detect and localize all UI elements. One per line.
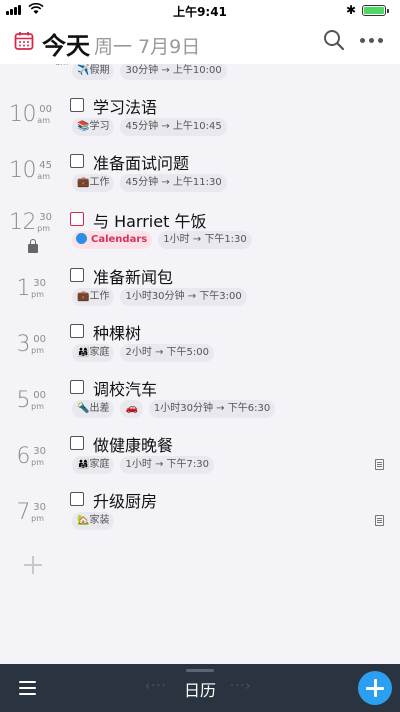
task-checkbox[interactable] [70,380,84,394]
task-title: 准备新闻包 [93,268,174,287]
time-label: 9 30 am [0,64,69,72]
calendar-tag: Calendars [72,231,153,249]
task-title: 做健康晚餐 [93,436,174,455]
next-view-indicator[interactable]: ···› [230,679,252,694]
task-checkbox[interactable] [70,98,84,112]
list-item[interactable]: 3 00 pm 种棵树 👨‍👩‍👧家庭 2小时 → 下午5:00 [0,318,400,374]
time-label: 6 30 pm [16,444,47,469]
task-tags: 💼工作 45分钟 → 上午11:30 [72,174,227,192]
header: 今天 周一 7月9日 [0,20,400,64]
list-item[interactable]: 12 30 pm 与 Harriet 午饭 Calendars 1小时 → 下午… [0,206,400,262]
task-checkbox[interactable] [70,212,84,226]
category-tag: 💼工作 [72,174,115,192]
task-list: 9 30 am ✈️假期 30分钟 → 上午10:00 10 00 am 学习法… [0,64,400,664]
task-tags: 👨‍👩‍👧家庭 1小时 → 下午7:30 [72,456,215,474]
page-subtitle: 周一 7月9日 [94,36,201,58]
drag-handle[interactable] [186,669,214,672]
task-checkbox[interactable] [70,154,84,168]
category-tag: 👨‍👩‍👧家庭 [72,344,115,362]
category-tag: 🏡家装 [72,512,115,530]
list-item[interactable]: 9 30 am ✈️假期 30分钟 → 上午10:00 [0,64,400,82]
note-icon[interactable] [375,459,384,470]
time-label: 3 00 pm [16,332,47,357]
bottom-bar: ‹··· 日历 ···› [0,664,400,712]
task-title: 调校汽车 [93,380,158,399]
category-tag: 👨‍👩‍👧家庭 [72,456,115,474]
duration-tag: 1小时 → 下午7:30 [120,456,215,474]
bluetooth-icon: ✱ [346,3,357,17]
task-tags: 🔦出差 🚗 1小时30分钟 → 下午6:30 [72,400,276,418]
lock-icon [28,239,38,253]
vehicle-tag: 🚗 [120,400,143,418]
time-label: 7 30 pm [16,500,47,525]
category-tag: 🔦出差 [72,400,115,418]
list-item[interactable]: 1 30 pm 准备新闻包 💼工作 1小时30分钟 → 下午3:00 [0,262,400,318]
page-title: 今天 [42,32,90,60]
task-tags: 👨‍👩‍👧家庭 2小时 → 下午5:00 [72,344,215,362]
battery-icon [362,5,389,16]
list-item[interactable]: 5 00 pm 调校汽车 🔦出差 🚗 1小时30分钟 → 下午6:30 [0,374,400,430]
list-item[interactable]: 10 45 am 准备面试问题 💼工作 45分钟 → 上午11:30 [0,148,400,204]
search-icon[interactable] [322,28,346,52]
task-tags: 📚学习 45分钟 → 上午10:45 [72,118,227,136]
task-title: 升级厨房 [93,492,158,511]
time-label: 10 00 am [9,102,52,127]
duration-tag: 45分钟 → 上午11:30 [120,174,227,192]
list-item[interactable]: 7 30 pm 升级厨房 🏡家装 [0,486,400,542]
view-label[interactable]: 日历 [0,677,400,701]
calendar-icon[interactable] [14,31,34,51]
task-title: 准备面试问题 [93,154,190,173]
task-tags: Calendars 1小时 → 下午1:30 [72,231,252,249]
more-icon[interactable] [360,38,383,43]
duration-tag: 2小时 → 下午5:00 [120,344,215,362]
duration-tag: 1小时30分钟 → 下午3:00 [120,288,247,306]
duration-tag: 30分钟 → 上午10:00 [120,64,227,80]
task-title: 学习法语 [93,98,158,117]
task-checkbox[interactable] [70,268,84,282]
category-tag: 📚学习 [72,118,115,136]
task-checkbox[interactable] [70,324,84,338]
add-button[interactable] [358,671,392,705]
time-label: 12 30 pm [9,210,52,235]
category-tag: ✈️假期 [72,64,115,80]
task-tags: ✈️假期 30分钟 → 上午10:00 [72,64,227,80]
list-item[interactable]: 6 30 pm 做健康晚餐 👨‍👩‍👧家庭 1小时 → 下午7:30 [0,430,400,486]
time-label: 5 00 pm [16,388,47,413]
task-tags: 🏡家装 [72,512,115,530]
list-item[interactable]: 10 00 am 学习法语 📚学习 45分钟 → 上午10:45 [0,92,400,148]
add-task-icon[interactable] [24,556,42,574]
duration-tag: 1小时 → 下午1:30 [158,231,252,249]
task-checkbox[interactable] [70,492,84,506]
duration-tag: 1小时30分钟 → 下午6:30 [148,400,276,418]
note-icon[interactable] [375,515,384,526]
time-label: 1 30 pm [16,276,47,301]
calendar-dot-icon [76,233,87,244]
status-bar: 上午9:41 ✱ [0,0,400,20]
time-label: 10 45 am [9,158,52,183]
task-checkbox[interactable] [70,436,84,450]
status-time: 上午9:41 [173,5,227,19]
duration-tag: 45分钟 → 上午10:45 [120,118,227,136]
category-tag: 💼工作 [72,288,115,306]
task-title: 与 Harriet 午饭 [93,212,207,231]
task-tags: 💼工作 1小时30分钟 → 下午3:00 [72,288,247,306]
task-title: 种棵树 [93,324,142,343]
